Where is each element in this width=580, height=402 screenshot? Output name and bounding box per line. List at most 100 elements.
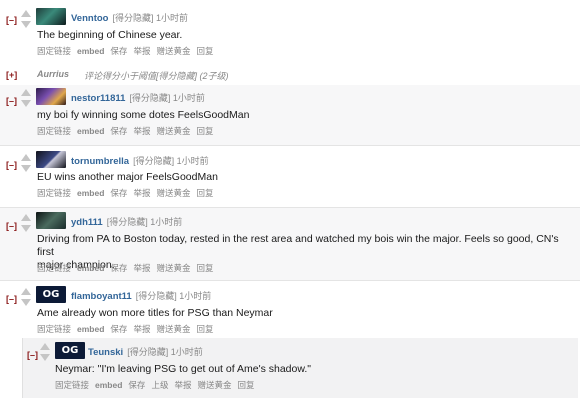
upvote-arrow-icon[interactable] <box>21 288 31 295</box>
upvote-arrow-icon[interactable] <box>40 343 50 350</box>
comment-actions: 固定链接 embed 保存 举报 赠送黄金 回复 <box>37 187 219 199</box>
save-link[interactable]: 保存 <box>110 188 127 198</box>
give-gold-link[interactable]: 赠送黄金 <box>156 263 190 273</box>
comment-actions: 固定链接 embed 保存 举报 赠送黄金 回复 <box>37 45 219 57</box>
upvote-arrow-icon[interactable] <box>21 10 31 17</box>
collapsed-meta: 评论得分小于阈值[得分隐藏] (2子级) <box>84 71 229 81</box>
downvote-arrow-icon[interactable] <box>21 299 31 306</box>
reply-link[interactable]: 回复 <box>237 380 254 390</box>
comment-body: EU wins another major FeelsGoodMan <box>37 171 218 183</box>
vote-arrows <box>20 154 32 172</box>
comment-tagline: flamboyant11 [得分隐藏] 1小时前 <box>71 289 211 302</box>
comment-body: The beginning of Chinese year. <box>37 29 183 41</box>
collapse-toggle[interactable]: [–] <box>6 221 17 231</box>
collapse-toggle[interactable]: [–] <box>6 160 17 170</box>
comment: [–] Venntoo [得分隐藏] 1小时前 The beginning of … <box>0 0 580 63</box>
upvote-arrow-icon[interactable] <box>21 89 31 96</box>
embed-link[interactable]: embed <box>77 188 104 198</box>
comment-author[interactable]: flamboyant11 <box>71 291 132 302</box>
collapsed-author[interactable]: Aurrius <box>37 69 69 79</box>
give-gold-link[interactable]: 赠送黄金 <box>156 188 190 198</box>
comment: [–] tornumbrella [得分隐藏] 1小时前 EU wins anot… <box>0 145 580 207</box>
user-avatar[interactable] <box>36 88 66 105</box>
expand-toggle[interactable]: [+] <box>6 70 17 80</box>
permalink-link[interactable]: 固定链接 <box>37 46 71 56</box>
comment-meta: [得分隐藏] 1小时前 <box>127 347 203 357</box>
comment: [–] OG flamboyant11 [得分隐藏] 1小时前 Ame alrea… <box>0 280 580 402</box>
save-link[interactable]: 保存 <box>110 324 127 334</box>
reply-link[interactable]: 回复 <box>196 188 213 198</box>
vote-arrows <box>20 214 32 232</box>
downvote-arrow-icon[interactable] <box>21 21 31 28</box>
comment-actions: 固定链接 embed 保存 举报 赠送黄金 回复 <box>37 323 219 335</box>
og-team-avatar[interactable]: OG <box>36 286 66 303</box>
collapse-toggle[interactable]: [–] <box>6 96 17 106</box>
save-link[interactable]: 保存 <box>110 46 127 56</box>
comment-body-line: Driving from PA to Boston today, rested … <box>37 233 559 258</box>
give-gold-link[interactable]: 赠送黄金 <box>156 126 190 136</box>
permalink-link[interactable]: 固定链接 <box>37 324 71 334</box>
comment-tagline: Teunski [得分隐藏] 1小时前 <box>88 345 203 358</box>
vote-arrows <box>20 10 32 28</box>
report-link[interactable]: 举报 <box>133 263 150 273</box>
permalink-link[interactable]: 固定链接 <box>37 188 71 198</box>
embed-link[interactable]: embed <box>77 126 104 136</box>
permalink-link[interactable]: 固定链接 <box>55 380 89 390</box>
embed-link[interactable]: embed <box>77 324 104 334</box>
comment-tagline: Venntoo [得分隐藏] 1小时前 <box>71 11 188 24</box>
collapse-toggle[interactable]: [–] <box>6 294 17 304</box>
user-avatar[interactable] <box>36 8 66 25</box>
save-link[interactable]: 保存 <box>110 126 127 136</box>
save-link[interactable]: 保存 <box>128 380 145 390</box>
reply-link[interactable]: 回复 <box>196 324 213 334</box>
comment-actions: 固定链接 embed 保存 举报 赠送黄金 回复 <box>37 125 219 137</box>
og-team-avatar[interactable]: OG <box>55 342 85 359</box>
report-link[interactable]: 举报 <box>174 380 191 390</box>
give-gold-link[interactable]: 赠送黄金 <box>156 46 190 56</box>
collapse-toggle[interactable]: [–] <box>27 350 38 360</box>
user-avatar[interactable] <box>36 212 66 229</box>
upvote-arrow-icon[interactable] <box>21 214 31 221</box>
comment-meta: [得分隐藏] 1小时前 <box>112 13 188 23</box>
child-comment: [–] OG Teunski [得分隐藏] 1小时前 Neymar: "I'm l… <box>22 338 578 398</box>
comment-meta: [得分隐藏] 1小时前 <box>106 217 183 227</box>
reply-link[interactable]: 回复 <box>196 46 213 56</box>
report-link[interactable]: 举报 <box>133 324 150 334</box>
reply-link[interactable]: 回复 <box>196 126 213 136</box>
give-gold-link[interactable]: 赠送黄金 <box>156 324 190 334</box>
comment-body: my boi fy winning some dotes FeelsGoodMa… <box>37 109 250 121</box>
report-link[interactable]: 举报 <box>133 126 150 136</box>
comment-author[interactable]: Venntoo <box>71 13 108 24</box>
collapsed-comment: [+] Aurrius 评论得分小于阈值[得分隐藏] (2子级) <box>0 66 580 84</box>
downvote-arrow-icon[interactable] <box>21 100 31 107</box>
collapse-toggle[interactable]: [–] <box>6 15 17 25</box>
vote-arrows <box>39 343 51 361</box>
report-link[interactable]: 举报 <box>133 188 150 198</box>
comment-author[interactable]: Teunski <box>88 347 123 358</box>
comment-actions: 固定链接 embed 保存 上级 举报 赠送黄金 回复 <box>55 379 261 391</box>
permalink-link[interactable]: 固定链接 <box>37 126 71 136</box>
upvote-arrow-icon[interactable] <box>21 154 31 161</box>
vote-arrows <box>20 89 32 107</box>
permalink-link[interactable]: 固定链接 <box>37 263 71 273</box>
downvote-arrow-icon[interactable] <box>40 354 50 361</box>
comment-tagline: nestor11811 [得分隐藏] 1小时前 <box>71 91 205 104</box>
downvote-arrow-icon[interactable] <box>21 225 31 232</box>
comment-actions: 固定链接 embed 保存 举报 赠送黄金 回复 <box>37 262 219 274</box>
parent-link[interactable]: 上级 <box>151 380 168 390</box>
report-link[interactable]: 举报 <box>133 46 150 56</box>
comment-author[interactable]: ydh111 <box>71 217 103 228</box>
downvote-arrow-icon[interactable] <box>21 165 31 172</box>
comment-tagline: ydh111 [得分隐藏] 1小时前 <box>71 215 182 228</box>
comment-body: Ame already won more titles for PSG than… <box>37 307 273 319</box>
embed-link[interactable]: embed <box>95 380 122 390</box>
user-avatar[interactable] <box>36 151 66 168</box>
save-link[interactable]: 保存 <box>110 263 127 273</box>
comment-author[interactable]: nestor11811 <box>71 93 125 104</box>
comment-author[interactable]: tornumbrella <box>71 156 129 167</box>
give-gold-link[interactable]: 赠送黄金 <box>197 380 231 390</box>
reply-link[interactable]: 回复 <box>196 263 213 273</box>
comment-tagline: tornumbrella [得分隐藏] 1小时前 <box>71 154 209 167</box>
embed-link[interactable]: embed <box>77 46 104 56</box>
embed-link[interactable]: embed <box>77 263 104 273</box>
